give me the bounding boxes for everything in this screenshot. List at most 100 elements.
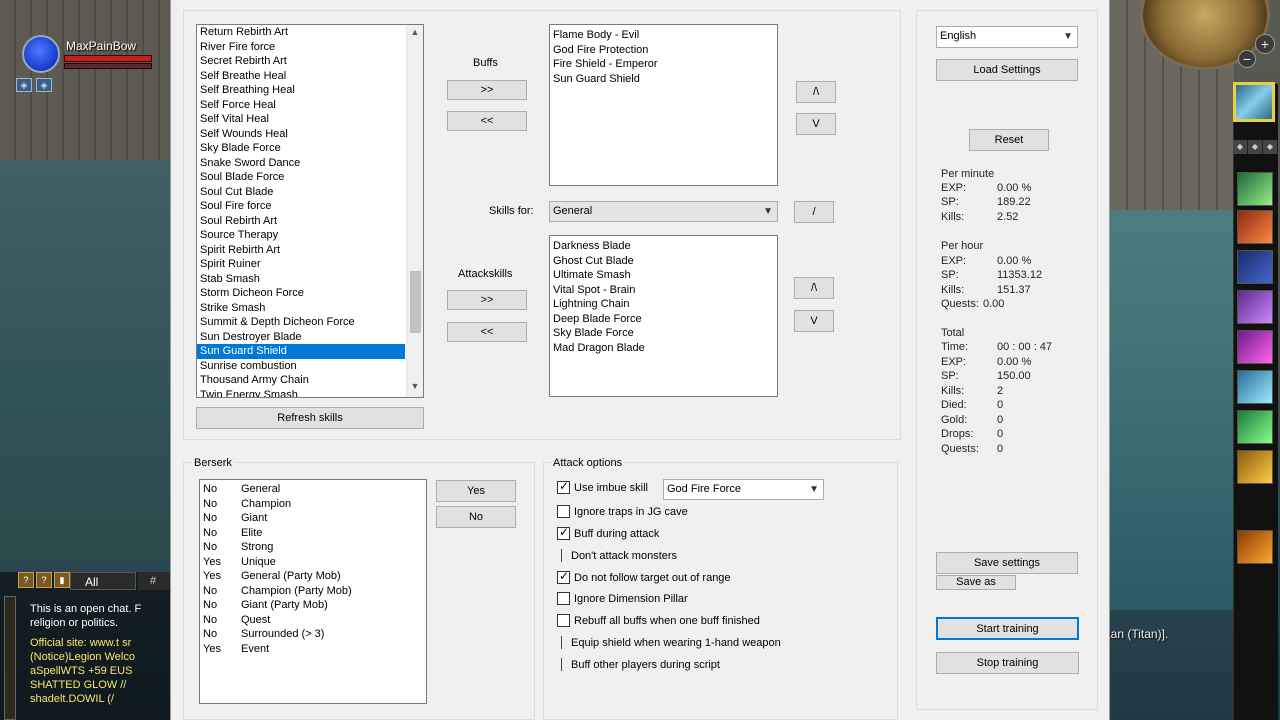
- skill-list-item[interactable]: Sun Destroyer Blade: [197, 330, 405, 345]
- skill-bar-lock-icon[interactable]: ◆: [1233, 140, 1248, 154]
- berserk-row[interactable]: No Champion (Party Mob): [200, 584, 426, 599]
- attack-skill-list-item[interactable]: Mad Dragon Blade: [550, 341, 777, 356]
- start-training-button[interactable]: Start training: [936, 617, 1079, 640]
- attack-skill-list-item[interactable]: Lightning Chain: [550, 297, 777, 312]
- berserk-listbox[interactable]: No General No Champion No Giant No Elite No Stron…: [199, 479, 427, 704]
- buff-list-item[interactable]: Sun Guard Shield: [550, 72, 777, 87]
- remove-buff-button[interactable]: <<: [447, 111, 527, 131]
- skill-list-item[interactable]: Spirit Ruiner: [197, 257, 405, 272]
- skill-list-item[interactable]: Snake Sword Dance: [197, 156, 405, 171]
- refresh-skills-button[interactable]: Refresh skills: [196, 407, 424, 429]
- attack-option-row[interactable]: Equip shield when wearing 1-hand weapon: [557, 636, 781, 649]
- skill-slot[interactable]: [1237, 530, 1273, 564]
- skill-slot[interactable]: [1237, 172, 1273, 206]
- attack-option-row[interactable]: Rebuff all buffs when one buff finished: [557, 614, 760, 627]
- skills-for-select[interactable]: General ▼: [549, 201, 778, 222]
- edit-skill-set-button[interactable]: /: [794, 201, 834, 223]
- attack-option-checkbox[interactable]: [557, 505, 570, 518]
- skill-list-item[interactable]: Sky Blade Force: [197, 141, 405, 156]
- attack-option-checkbox[interactable]: [561, 636, 565, 649]
- berserk-row[interactable]: No Giant: [200, 511, 426, 526]
- attack-skill-list-item[interactable]: Ultimate Smash: [550, 268, 777, 283]
- skill-list-item[interactable]: Soul Cut Blade: [197, 185, 405, 200]
- skill-list-item[interactable]: Storm Dicheon Force: [197, 286, 405, 301]
- attack-option-checkbox[interactable]: [557, 592, 570, 605]
- skill-list-item[interactable]: Sunrise combustion: [197, 359, 405, 374]
- berserk-row[interactable]: No Quest: [200, 613, 426, 628]
- minimap-zoom-in-button[interactable]: +: [1255, 34, 1275, 54]
- attack-option-checkbox[interactable]: [557, 479, 570, 494]
- attack-option-checkbox[interactable]: [557, 569, 570, 584]
- skill-slot[interactable]: [1237, 330, 1273, 364]
- attack-option-row[interactable]: Do not follow target out of range: [557, 569, 731, 584]
- skill-list-item[interactable]: Self Vital Heal: [197, 112, 405, 127]
- skill-list-item[interactable]: Sun Guard Shield: [197, 344, 405, 359]
- skill-list-item[interactable]: Self Breathe Heal: [197, 69, 405, 84]
- attack-option-row[interactable]: Buff other players during script: [557, 658, 720, 671]
- attack-skills-listbox[interactable]: Darkness Blade Ghost Cut Blade Ultimate Sm…: [549, 235, 778, 397]
- save-settings-button[interactable]: Save settings: [936, 552, 1078, 574]
- buff-icon[interactable]: ◈: [16, 78, 32, 92]
- attack-move-up-button[interactable]: /\: [794, 277, 834, 299]
- berserk-row[interactable]: No Elite: [200, 526, 426, 541]
- remove-attack-skill-button[interactable]: <<: [447, 322, 527, 342]
- buff-move-up-button[interactable]: /\: [796, 81, 836, 103]
- skill-slot[interactable]: [1237, 370, 1273, 404]
- reset-button[interactable]: Reset: [969, 129, 1049, 151]
- attack-option-row[interactable]: Buff during attack: [557, 525, 659, 540]
- skill-bar-swap-icon[interactable]: ◆: [1248, 140, 1263, 154]
- chat-scrollbar[interactable]: [4, 596, 16, 720]
- skill-slot[interactable]: [1237, 210, 1273, 244]
- skill-slot[interactable]: [1237, 250, 1273, 284]
- attack-skill-list-item[interactable]: Deep Blade Force: [550, 312, 777, 327]
- attack-option-row[interactable]: Use imbue skill: [557, 479, 648, 494]
- buff-list-item[interactable]: God Fire Protection: [550, 43, 777, 58]
- skill-bar-page-icon[interactable]: ◆: [1263, 140, 1278, 154]
- skill-list-item[interactable]: Thousand Army Chain: [197, 373, 405, 388]
- scroll-down-icon[interactable]: ▼: [407, 381, 423, 391]
- stop-training-button[interactable]: Stop training: [936, 652, 1079, 674]
- skill-list-item[interactable]: Soul Blade Force: [197, 170, 405, 185]
- skill-slot[interactable]: [1237, 450, 1273, 484]
- chat-option-icon[interactable]: ?: [18, 572, 34, 588]
- buffs-listbox[interactable]: Flame Body - Evil God Fire Protection Fire…: [549, 24, 778, 186]
- skill-list-item[interactable]: Self Breathing Heal: [197, 83, 405, 98]
- skill-list-item[interactable]: Secret Rebirth Art: [197, 54, 405, 69]
- berserk-yes-button[interactable]: Yes: [436, 480, 516, 502]
- chat-option-icon[interactable]: ?: [36, 572, 52, 588]
- skill-list-item[interactable]: Soul Rebirth Art: [197, 214, 405, 229]
- attack-option-checkbox[interactable]: [561, 549, 565, 562]
- selected-skill-slot[interactable]: [1233, 82, 1275, 122]
- berserk-no-button[interactable]: No: [436, 506, 516, 528]
- buff-move-down-button[interactable]: V: [796, 113, 836, 135]
- berserk-row[interactable]: No General: [200, 482, 426, 497]
- skill-slot[interactable]: [1237, 410, 1273, 444]
- imbue-skill-select[interactable]: God Fire Force ▼: [663, 479, 824, 500]
- player-portrait[interactable]: [22, 35, 60, 73]
- attack-option-checkbox[interactable]: [557, 525, 570, 540]
- attack-option-checkbox[interactable]: [557, 614, 570, 627]
- attack-skill-list-item[interactable]: Sky Blade Force: [550, 326, 777, 341]
- chat-tab-more[interactable]: #: [138, 572, 170, 590]
- buff-list-item[interactable]: Fire Shield - Emperor: [550, 57, 777, 72]
- skill-slot[interactable]: [1237, 290, 1273, 324]
- skill-list-item[interactable]: Self Wounds Heal: [197, 127, 405, 142]
- add-attack-skill-button[interactable]: >>: [447, 290, 527, 310]
- skill-list-item[interactable]: River Fire force: [197, 40, 405, 55]
- skills-scroll-thumb[interactable]: [410, 271, 421, 333]
- chat-option-icon[interactable]: ▮: [54, 572, 70, 588]
- skill-list-item[interactable]: Twin Energy Smash: [197, 388, 405, 398]
- chat-tab-all[interactable]: All: [70, 572, 136, 590]
- skills-listbox[interactable]: Return Rebirth Art River Fire force Secret…: [196, 24, 424, 398]
- save-as-button[interactable]: Save as: [936, 575, 1016, 590]
- attack-option-row[interactable]: Ignore traps in JG cave: [557, 505, 688, 518]
- attack-option-row[interactable]: Ignore Dimension Pillar: [557, 592, 688, 605]
- berserk-row[interactable]: Yes General (Party Mob): [200, 569, 426, 584]
- skill-list-item[interactable]: Spirit Rebirth Art: [197, 243, 405, 258]
- skill-list-item[interactable]: Stab Smash: [197, 272, 405, 287]
- skill-list-item[interactable]: Source Therapy: [197, 228, 405, 243]
- attack-skill-list-item[interactable]: Vital Spot - Brain: [550, 283, 777, 298]
- berserk-row[interactable]: No Champion: [200, 497, 426, 512]
- berserk-row[interactable]: No Surrounded (> 3): [200, 627, 426, 642]
- scroll-up-icon[interactable]: ▲: [407, 27, 423, 37]
